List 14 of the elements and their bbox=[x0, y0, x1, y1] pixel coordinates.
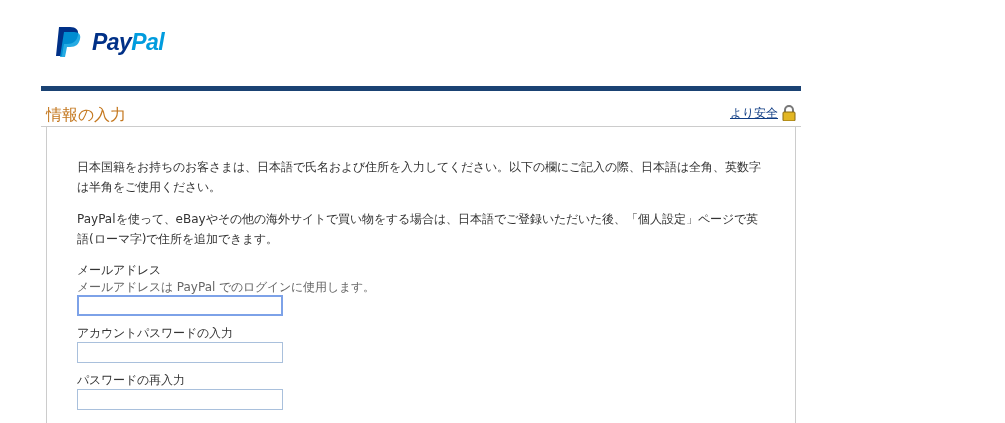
input-field[interactable] bbox=[77, 342, 283, 363]
logo-text: PayPal bbox=[92, 27, 164, 57]
padlock-icon bbox=[782, 105, 796, 121]
field-label: メールアドレス bbox=[77, 262, 162, 279]
paypal-logo-icon bbox=[56, 26, 82, 58]
page-title: 情報の入力 bbox=[46, 104, 126, 126]
field-hint: メールアドレスは PayPal でのログインに使用します。 bbox=[77, 279, 377, 295]
field-label: アカウントパスワードの入力 bbox=[77, 325, 234, 342]
secure-link[interactable]: より安全 bbox=[730, 104, 778, 122]
input-field[interactable] bbox=[77, 389, 283, 410]
instruction-text: 日本国籍をお持ちのお客さまは、日本語で氏名および住所を入力してください。以下の欄にご記入の際、日本語は全角、英数字は半角をご使用ください。 bbox=[77, 159, 762, 196]
instruction-text: PayPalを使って、eBayやその他の海外サイトで買い物をする場合は、日本語でご登録いただいた後、「個人設定」ページで英語(ローマ字)で住所を追加できます。 bbox=[77, 211, 759, 248]
field-label: パスワードの再入力 bbox=[77, 372, 186, 389]
input-field[interactable] bbox=[77, 295, 283, 316]
